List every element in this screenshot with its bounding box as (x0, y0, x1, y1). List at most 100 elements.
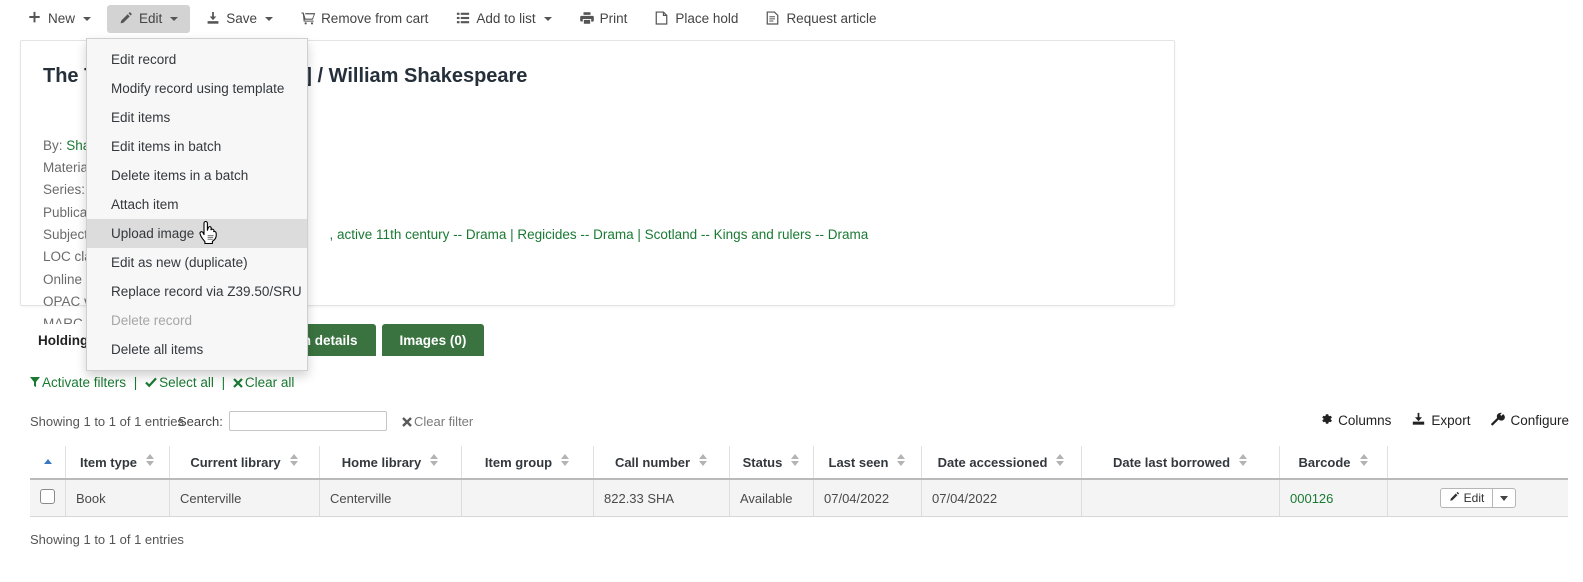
toolbar-button-label: Remove from cart (321, 11, 428, 26)
tab-images-0-[interactable]: Images (0) (382, 324, 485, 356)
sort-toggle-icon[interactable] (560, 454, 570, 466)
sort-ascending-icon[interactable] (43, 459, 53, 466)
sort-toggle-icon[interactable] (145, 454, 155, 466)
menu-item-edit-record[interactable]: Edit record (87, 45, 307, 74)
cell-status: Available (730, 479, 814, 517)
column-header-label: Date last borrowed (1113, 455, 1230, 470)
cell-current-library: Centerville (170, 479, 320, 517)
pencil-icon (1449, 491, 1460, 505)
column-header-col11[interactable] (1388, 446, 1569, 479)
toolbar-button-request-article[interactable]: Request article (754, 5, 888, 33)
search-label: Search: (178, 414, 223, 429)
column-header-label: Status (743, 455, 783, 470)
table-search-group: Search: (178, 411, 387, 431)
clear-filter-button[interactable]: Clear filter (402, 414, 473, 430)
menu-item-delete-items-in-a-batch[interactable]: Delete items in a batch (87, 161, 307, 190)
column-header-last-seen[interactable]: Last seen (814, 446, 922, 479)
columns-button[interactable]: Columns (1319, 412, 1391, 429)
toolbar-button-place-hold[interactable]: Place hold (643, 5, 750, 33)
column-header-label: Current library (190, 455, 280, 470)
table-tools: Columns Export Configure (1319, 412, 1569, 429)
chevron-down-icon (544, 17, 552, 21)
clear-all-link[interactable]: Clear all (233, 375, 295, 390)
cell-home-library: Centerville (320, 479, 462, 517)
columns-label: Columns (1338, 413, 1391, 428)
column-header-label: Item type (80, 455, 137, 470)
row-edit-button-group: Edit (1440, 488, 1517, 508)
barcode-link[interactable]: 000126 (1290, 491, 1333, 506)
sort-toggle-icon[interactable] (698, 454, 708, 466)
cell-date-last-borrowed (1082, 479, 1280, 517)
menu-item-upload-image[interactable]: Upload image (87, 219, 307, 248)
sort-toggle-icon[interactable] (1055, 454, 1065, 466)
export-button[interactable]: Export (1411, 412, 1470, 429)
toolbar-button-save[interactable]: Save (194, 5, 285, 33)
edit-dropdown-menu: Edit recordModify record using templateE… (86, 38, 308, 371)
column-header-home-library[interactable]: Home library (320, 446, 462, 479)
holdings-table: Item type Current library Home library Item… (30, 446, 1568, 517)
toolbar-button-label: Print (600, 11, 628, 26)
column-header-item-type[interactable]: Item type (66, 446, 170, 479)
sort-toggle-icon[interactable] (790, 454, 800, 466)
toolbar-button-label: New (48, 11, 75, 26)
sort-toggle-icon[interactable] (896, 454, 906, 466)
menu-item-edit-as-new-duplicate-[interactable]: Edit as new (duplicate) (87, 248, 307, 277)
funnel-icon (30, 376, 40, 391)
menu-item-delete-all-items[interactable]: Delete all items (87, 335, 307, 364)
column-header-label: Barcode (1298, 455, 1350, 470)
configure-label: Configure (1510, 413, 1569, 428)
row-edit-dropdown-toggle[interactable] (1492, 488, 1516, 508)
activate-filters-label: Activate filters (42, 375, 126, 390)
showing-entries-top: Showing 1 to 1 of 1 entries (30, 414, 184, 429)
cart-icon (301, 11, 316, 26)
toolbar-button-add-to-list[interactable]: Add to list (444, 5, 563, 33)
column-header-label: Date accessioned (938, 455, 1048, 470)
cell-actions: Edit (1388, 479, 1569, 517)
column-header-date-last-borrowed[interactable]: Date last borrowed (1082, 446, 1280, 479)
column-header-label: Last seen (829, 455, 889, 470)
record-line-subjects-value[interactable]: , active 11th century -- Drama | Regicid… (330, 227, 869, 242)
row-select-cell (30, 479, 66, 517)
menu-item-edit-items[interactable]: Edit items (87, 103, 307, 132)
toolbar-button-new[interactable]: New (16, 5, 103, 33)
activate-filters-link[interactable]: Activate filters (30, 375, 126, 390)
cell-date-accessioned: 07/04/2022 (922, 479, 1082, 517)
check-icon (145, 376, 157, 391)
export-download-icon (1411, 412, 1426, 429)
configure-button[interactable]: Configure (1490, 412, 1569, 429)
filter-sep-1: | (134, 375, 138, 390)
export-label: Export (1431, 413, 1470, 428)
record-line-series-label: Series: (43, 182, 89, 197)
menu-item-attach-item[interactable]: Attach item (87, 190, 307, 219)
column-header-date-accessioned[interactable]: Date accessioned (922, 446, 1082, 479)
sort-toggle-icon[interactable] (289, 454, 299, 466)
record-line-author-label: By: (43, 138, 66, 153)
column-header-label: Home library (342, 455, 421, 470)
menu-item-edit-items-in-batch[interactable]: Edit items in batch (87, 132, 307, 161)
toolbar-button-remove-from-cart[interactable]: Remove from cart (289, 5, 440, 33)
row-edit-button[interactable]: Edit (1440, 488, 1493, 508)
column-header-item-group[interactable]: Item group (462, 446, 594, 479)
column-header-col0[interactable] (30, 446, 66, 479)
clear-filter-label: Clear filter (414, 414, 473, 429)
sort-toggle-icon[interactable] (429, 454, 439, 466)
menu-item-modify-record-using-template[interactable]: Modify record using template (87, 74, 307, 103)
plus-icon (28, 11, 43, 26)
search-input[interactable] (229, 411, 387, 431)
row-edit-label: Edit (1464, 491, 1485, 505)
column-header-barcode[interactable]: Barcode (1280, 446, 1388, 479)
select-all-link[interactable]: Select all (145, 375, 214, 390)
toolbar-button-label: Add to list (476, 11, 535, 26)
sort-toggle-icon[interactable] (1238, 454, 1248, 466)
menu-item-replace-record-via-z39-50-sru[interactable]: Replace record via Z39.50/SRU (87, 277, 307, 306)
column-header-current-library[interactable]: Current library (170, 446, 320, 479)
column-header-status[interactable]: Status (730, 446, 814, 479)
column-header-call-number[interactable]: Call number (594, 446, 730, 479)
toolbar-button-label: Edit (139, 11, 162, 26)
cell-barcode: 000126 (1280, 479, 1388, 517)
toolbar-button-print[interactable]: Print (568, 5, 640, 33)
sort-toggle-icon[interactable] (1359, 454, 1369, 466)
row-checkbox[interactable] (40, 489, 55, 504)
toolbar-button-edit[interactable]: Edit (107, 5, 190, 33)
showing-entries-bottom: Showing 1 to 1 of 1 entries (30, 532, 184, 547)
